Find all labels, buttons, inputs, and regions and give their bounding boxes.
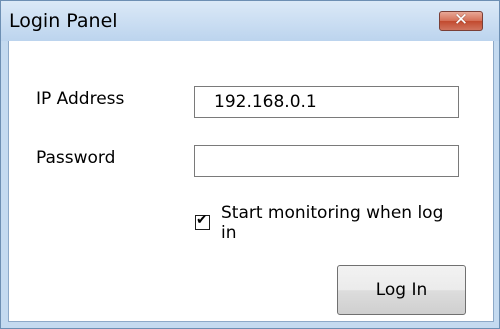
close-icon: ✕ xyxy=(453,10,469,30)
password-label: Password xyxy=(36,148,116,168)
start-monitoring-label[interactable]: Start monitoring when log in xyxy=(221,203,461,243)
checkmark-icon: ✔ xyxy=(196,212,208,228)
start-monitoring-checkbox[interactable]: ✔ xyxy=(195,212,210,230)
ip-address-label: IP Address xyxy=(36,89,125,109)
close-button[interactable]: ✕ xyxy=(439,10,483,31)
login-window: Login Panel ✕ IP Address 192.168.0.1 Pas… xyxy=(0,0,500,329)
window-title: Login Panel xyxy=(9,10,118,32)
password-input[interactable] xyxy=(194,145,459,177)
log-in-button[interactable]: Log In xyxy=(337,265,466,315)
login-panel-body: IP Address 192.168.0.1 Password ✔ Start … xyxy=(8,41,494,322)
title-bar[interactable]: Login Panel ✕ xyxy=(1,1,499,41)
ip-address-input[interactable]: 192.168.0.1 xyxy=(194,86,459,118)
